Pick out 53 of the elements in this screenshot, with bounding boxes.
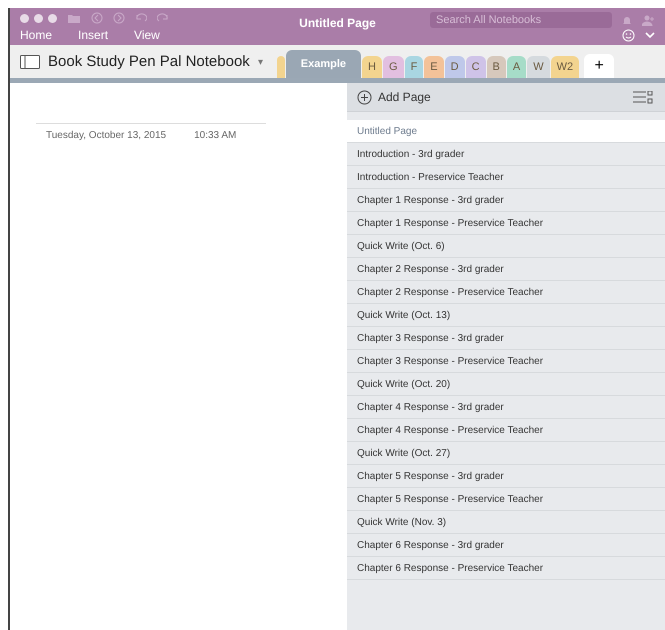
page-list-item[interactable]: Chapter 1 Response - 3rd grader [347, 189, 665, 212]
plus-circle-icon [357, 90, 372, 104]
add-section-button[interactable]: + [584, 54, 614, 78]
section-tab[interactable]: B [486, 56, 506, 78]
section-tab[interactable]: W [527, 56, 550, 78]
folder-icon[interactable] [67, 12, 81, 24]
section-tab[interactable]: F [404, 56, 424, 78]
page-list-item[interactable]: Quick Write (Oct. 27) [347, 442, 665, 465]
page-list-item[interactable]: Chapter 3 Response - 3rd grader [347, 327, 665, 350]
page-list-item[interactable]: Chapter 5 Response - Preservice Teacher [347, 488, 665, 511]
page-list-item[interactable]: Quick Write (Oct. 13) [347, 304, 665, 327]
page-list-item[interactable]: Quick Write (Oct. 6) [347, 235, 665, 258]
add-page-button[interactable]: Add Page [357, 90, 431, 104]
page-list-item[interactable]: Chapter 5 Response - 3rd grader [347, 465, 665, 488]
undo-icon[interactable] [135, 13, 147, 23]
section-tab[interactable] [276, 56, 285, 78]
page-list-item[interactable]: Quick Write (Nov. 3) [347, 511, 665, 534]
page-list-item[interactable]: Chapter 2 Response - Preservice Teacher [347, 281, 665, 304]
minimize-window-button[interactable] [34, 14, 43, 22]
page-list-item[interactable]: Quick Write (Oct. 20) [347, 373, 665, 396]
page-list-item[interactable]: Introduction - 3rd grader [347, 143, 665, 166]
page-list-item[interactable]: Chapter 1 Response - Preservice Teacher [347, 212, 665, 235]
chevron-down-icon[interactable] [645, 32, 655, 39]
smiley-icon[interactable] [622, 29, 635, 42]
section-tab[interactable]: W2 [550, 56, 580, 78]
list-options-icon[interactable] [633, 90, 653, 104]
forward-icon[interactable] [113, 12, 125, 24]
page-list-item[interactable]: Chapter 6 Response - 3rd grader [347, 534, 665, 557]
notebook-selector[interactable]: Book Study Pen Pal Notebook ▾ [10, 53, 277, 78]
page-list-item[interactable]: Chapter 4 Response - Preservice Teacher [347, 419, 665, 442]
close-window-button[interactable] [20, 14, 29, 22]
section-tab[interactable]: C [466, 56, 486, 78]
add-person-icon[interactable] [642, 14, 655, 26]
notebook-icon [20, 54, 40, 68]
section-tab[interactable]: E [424, 56, 444, 78]
section-tab[interactable]: H [362, 56, 382, 78]
section-tab[interactable]: G [383, 56, 404, 78]
back-icon[interactable] [91, 12, 103, 24]
page-time: 10:33 AM [194, 130, 236, 141]
page-list-item[interactable]: Untitled Page [347, 120, 665, 143]
zoom-window-button[interactable] [48, 14, 57, 22]
page-list-item[interactable]: Chapter 6 Response - Preservice Teacher [347, 557, 665, 580]
bell-icon[interactable] [622, 14, 632, 26]
page-list-item[interactable]: Chapter 4 Response - 3rd grader [347, 396, 665, 419]
page-list-item[interactable]: Introduction - Preservice Teacher [347, 166, 665, 189]
page-list-item[interactable]: Chapter 3 Response - Preservice Teacher [347, 350, 665, 373]
search-field[interactable]: Search All Notebooks [430, 12, 612, 28]
window-title: Untitled Page [299, 15, 376, 32]
section-tab[interactable]: D [444, 56, 465, 78]
redo-icon[interactable] [157, 13, 169, 23]
page-date: Tuesday, October 13, 2015 [46, 130, 166, 141]
page-list-item[interactable]: Chapter 2 Response - 3rd grader [347, 258, 665, 281]
section-tab[interactable]: A [506, 56, 526, 78]
